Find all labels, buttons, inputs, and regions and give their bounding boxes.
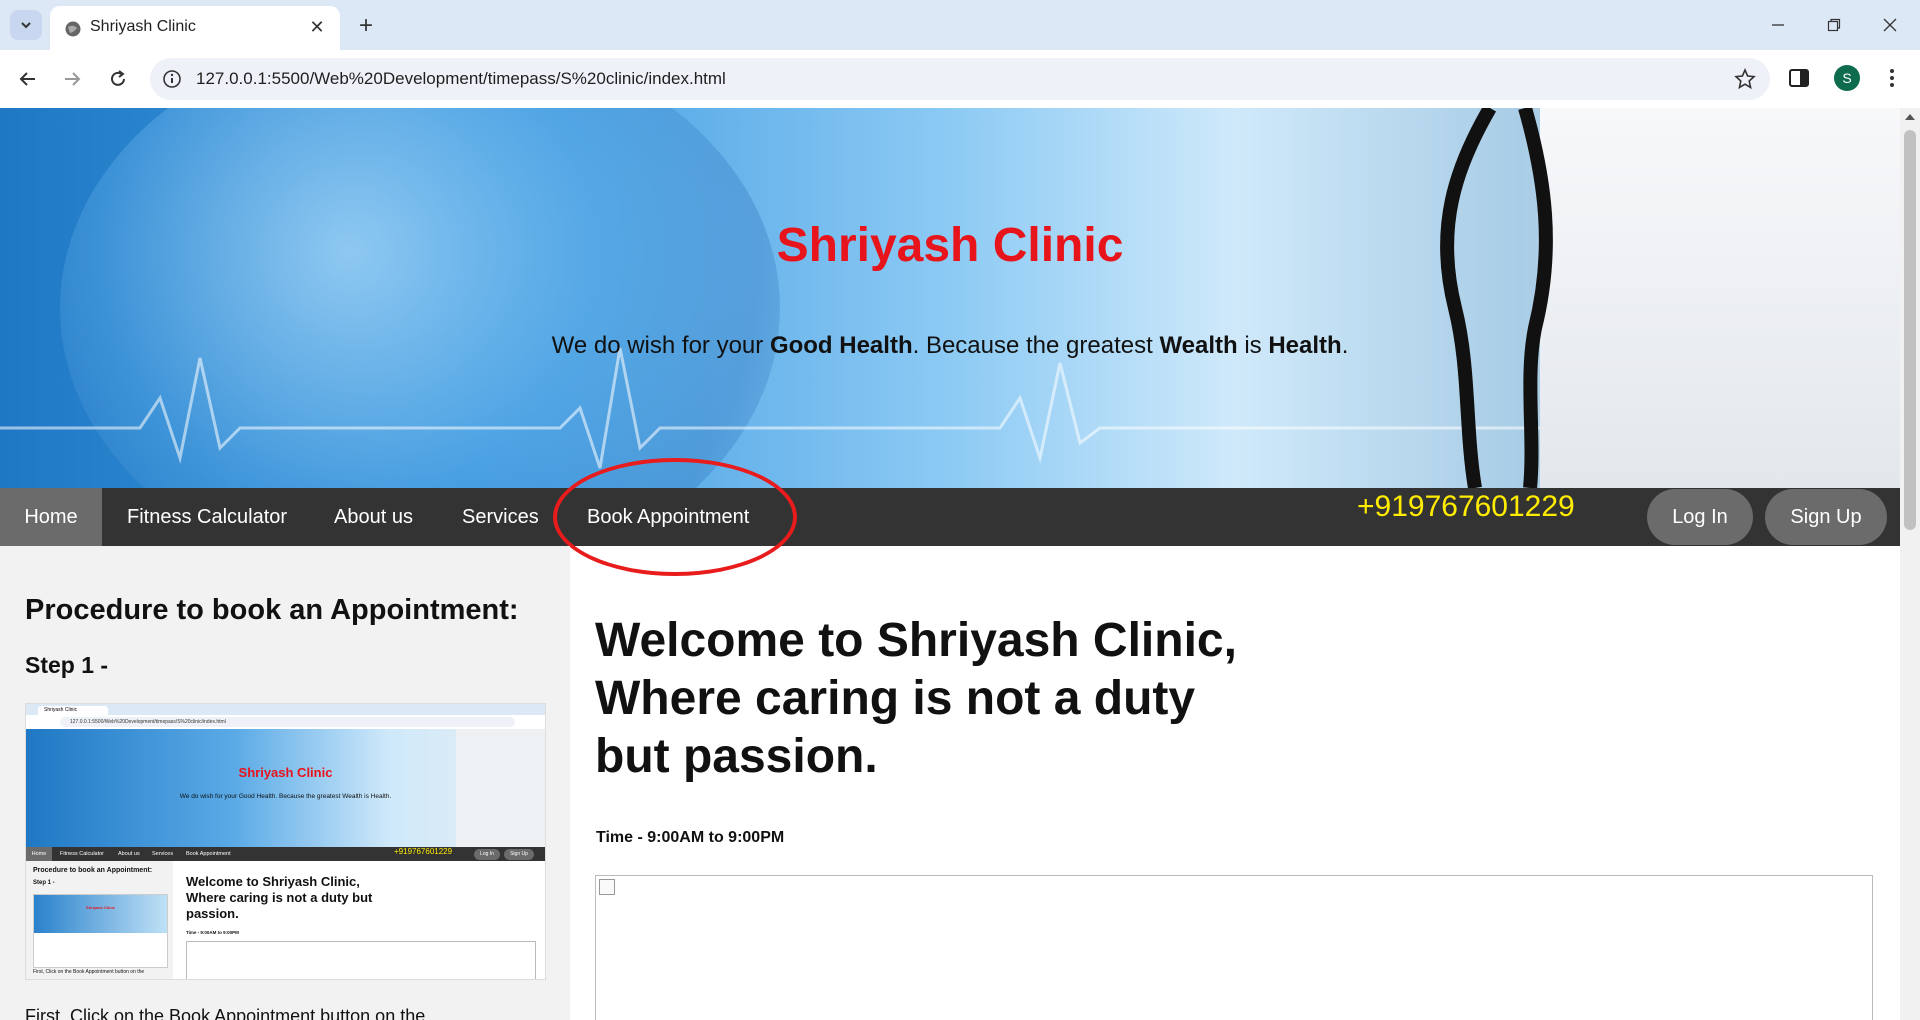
procedure-sidebar: Procedure to book an Appointment: Step 1… (0, 546, 570, 1020)
thumb-step: Step 1 - (33, 880, 55, 886)
thumb-signup: Sign Up (504, 849, 534, 860)
page-scrollbar[interactable] (1900, 108, 1920, 1020)
profile-avatar[interactable]: S (1834, 65, 1860, 91)
forward-button[interactable] (56, 63, 88, 95)
clinic-timing: Time - 9:00AM to 9:00PM (596, 829, 785, 846)
side-panel-icon[interactable] (1788, 67, 1810, 89)
thumb-hero: Shriyash Clinic We do wish for your Good… (26, 729, 545, 847)
browser-tab-bar: Shriyash Clinic ✕ + (0, 0, 1920, 50)
thumb-tagline: We do wish for your Good Health. Because… (179, 793, 392, 800)
thumb-tab: Shriyash Clinic (38, 706, 108, 715)
nav-fitness-calculator[interactable]: Fitness Calculator (127, 488, 287, 546)
nav-home[interactable]: Home (0, 488, 102, 546)
close-window-button[interactable] (1864, 8, 1916, 42)
reload-button[interactable] (102, 63, 134, 95)
embedded-map-frame[interactable] (595, 875, 1873, 1020)
page-viewport: Shriyash Clinic We do wish for your Good… (0, 108, 1900, 1020)
thumb-nav-home: Home (26, 847, 52, 861)
tagline-text: is (1237, 332, 1269, 359)
tagline-text: We do wish for your (551, 332, 770, 359)
hero-tagline: We do wish for your Good Health. Because… (0, 332, 1900, 360)
thumb-nav-fitness: Fitness Calculator (60, 851, 105, 857)
step-heading: Step 1 - (25, 652, 109, 678)
highlight-annotation-circle (553, 458, 797, 576)
minimize-icon (1772, 24, 1784, 26)
thumb-mini-body (34, 933, 167, 967)
stethoscope-graphic (1440, 108, 1553, 488)
welcome-line: but passion. (595, 730, 878, 783)
step-screenshot-image: Shriyash Clinic 127.0.0.1:5500/Web%20Dev… (25, 703, 546, 980)
arrow-left-icon (19, 72, 35, 86)
back-button[interactable] (12, 63, 44, 95)
login-button[interactable]: Log In (1647, 489, 1753, 545)
welcome-line: Welcome to Shriyash Clinic, (595, 614, 1237, 667)
minimize-button[interactable] (1752, 8, 1804, 42)
new-tab-button[interactable]: + (352, 12, 380, 40)
tagline-bold: Good Health (769, 332, 913, 359)
thumb-navbar: Home Fitness Calculator About us Service… (26, 847, 545, 861)
address-bar[interactable]: 127.0.0.1:5500/Web%20Development/timepas… (150, 58, 1770, 100)
arrow-right-icon (65, 72, 81, 86)
thumb-phone: +919767601229 (394, 847, 453, 856)
thumb-nav-services: Services (152, 851, 174, 857)
browser-toolbar: 127.0.0.1:5500/Web%20Development/timepas… (0, 50, 1920, 108)
thumb-sidebar: Procedure to book an Appointment: Step 1… (26, 861, 173, 979)
signup-button[interactable]: Sign Up (1765, 489, 1887, 545)
thumb-welcome: Welcome to Shriyash Clinic, Where caring… (186, 874, 373, 921)
phone-number: +919767601229 (1357, 490, 1575, 523)
tab-search-button[interactable] (10, 10, 42, 40)
thumb-login: Log In (474, 849, 500, 860)
scrollbar-thumb[interactable] (1904, 130, 1916, 530)
thumb-coat-graphic (456, 729, 545, 847)
thumb-tab-bar: Shriyash Clinic (26, 704, 545, 715)
welcome-heading: Welcome to Shriyash Clinic, Where caring… (595, 612, 1315, 786)
thumb-mini-title: Shriyash Clinic (86, 905, 115, 910)
tab-title: Shriyash Clinic (90, 18, 196, 35)
thumb-first-text: First, Click on the Book Appointment but… (33, 969, 145, 975)
close-icon (1883, 18, 1897, 32)
thumb-nested-screenshot: Shriyash Clinic (33, 894, 168, 968)
nav-about-us[interactable]: About us (334, 488, 413, 546)
hero-banner: Shriyash Clinic We do wish for your Good… (0, 108, 1900, 488)
broken-image-icon (599, 879, 615, 895)
globe-icon (65, 21, 81, 37)
thumb-title: Shriyash Clinic (238, 765, 333, 780)
step-instruction-text: First, Click on the Book Appointment but… (25, 1006, 426, 1020)
scroll-up-arrow-icon[interactable] (1905, 114, 1915, 120)
reload-icon (111, 70, 125, 86)
close-tab-icon[interactable]: ✕ (306, 16, 328, 38)
welcome-line: Where caring is not a duty (595, 672, 1196, 725)
hero-title: Shriyash Clinic (776, 219, 1124, 272)
browser-tab[interactable]: Shriyash Clinic ✕ (50, 6, 340, 50)
doctor-coat-graphic (1540, 108, 1900, 488)
main-navbar: Home Fitness Calculator About us Service… (0, 488, 1900, 546)
nav-services[interactable]: Services (462, 488, 539, 546)
chevron-down-icon (21, 22, 31, 29)
tagline-text: . (1341, 332, 1349, 359)
url-text[interactable]: 127.0.0.1:5500/Web%20Development/timepas… (196, 69, 726, 89)
tagline-bold: Wealth (1159, 332, 1238, 359)
thumb-time: Time - 9:00AM to 9:00PM (186, 930, 239, 935)
thumb-embed-frame (186, 941, 536, 979)
thumb-nav-book: Book Appointment (186, 851, 231, 857)
thumb-url: 127.0.0.1:5500/Web%20Development/timepas… (60, 717, 515, 727)
thumb-nav-about: About us (118, 851, 140, 857)
thumb-toolbar: 127.0.0.1:5500/Web%20Development/timepas… (26, 715, 545, 729)
restore-button[interactable] (1808, 8, 1860, 42)
procedure-heading: Procedure to book an Appointment: (25, 594, 519, 626)
bookmark-star-icon[interactable] (1734, 68, 1756, 90)
info-icon[interactable] (162, 69, 182, 89)
restore-icon (1827, 18, 1841, 32)
kebab-menu-icon[interactable] (1880, 66, 1904, 90)
tagline-text: . Because the greatest (912, 332, 1160, 359)
thumb-procedure-heading: Procedure to book an Appointment: (33, 867, 153, 874)
tagline-bold: Health (1268, 332, 1342, 359)
